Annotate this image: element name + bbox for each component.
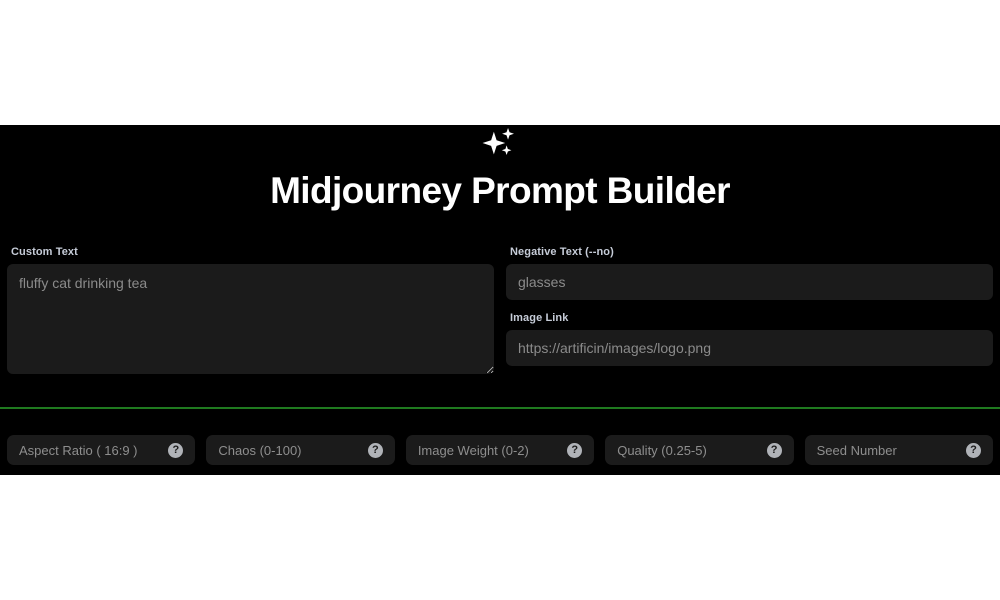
page-title: Midjourney Prompt Builder bbox=[270, 170, 730, 211]
page-root: Midjourney Prompt Builder Custom Text Ne… bbox=[0, 0, 1000, 600]
help-icon-quality[interactable]: ? bbox=[766, 442, 782, 458]
form-column-right: Negative Text (--no) Image Link bbox=[506, 245, 993, 374]
param-field-seed-number[interactable]: Seed Number? bbox=[804, 435, 994, 465]
app-panel: Midjourney Prompt Builder Custom Text Ne… bbox=[0, 125, 1000, 475]
param-placeholder-chaos: Chaos (0-100) bbox=[218, 442, 302, 458]
help-icon-seed-number[interactable]: ? bbox=[966, 442, 982, 458]
form-row: Custom Text Negative Text (--no) Image L… bbox=[0, 245, 1000, 374]
param-placeholder-aspect-ratio: Aspect Ratio ( 16:9 ) bbox=[19, 442, 138, 458]
negative-text-label: Negative Text (--no) bbox=[510, 246, 614, 258]
field-spacer bbox=[506, 300, 993, 311]
param-placeholder-image-weight: Image Weight (0-2) bbox=[417, 442, 529, 458]
image-link-label: Image Link bbox=[510, 312, 569, 324]
param-field-image-weight[interactable]: Image Weight (0-2)? bbox=[405, 435, 595, 465]
param-placeholder-quality: Quality (0.25-5) bbox=[617, 442, 707, 458]
image-link-input[interactable] bbox=[506, 330, 993, 366]
custom-text-input[interactable] bbox=[7, 264, 494, 374]
form-column-left: Custom Text bbox=[7, 245, 494, 374]
app-header: Midjourney Prompt Builder bbox=[0, 125, 1000, 213]
help-icon-image-weight[interactable]: ? bbox=[567, 442, 583, 458]
help-icon-chaos[interactable]: ? bbox=[367, 442, 383, 458]
section-divider bbox=[0, 407, 1000, 409]
parameters-row: Aspect Ratio ( 16:9 )? Chaos (0-100)? Imag… bbox=[0, 435, 1000, 465]
param-field-quality[interactable]: Quality (0.25-5)? bbox=[605, 435, 794, 465]
param-field-chaos[interactable]: Chaos (0-100)? bbox=[206, 435, 395, 465]
negative-text-input[interactable] bbox=[506, 264, 993, 300]
sparkles-icon bbox=[482, 127, 514, 156]
custom-text-label: Custom Text bbox=[11, 246, 78, 258]
param-placeholder-seed-number: Seed Number bbox=[816, 442, 897, 458]
param-field-aspect-ratio[interactable]: Aspect Ratio ( 16:9 )? bbox=[7, 435, 196, 465]
help-icon-aspect-ratio[interactable]: ? bbox=[168, 442, 184, 458]
